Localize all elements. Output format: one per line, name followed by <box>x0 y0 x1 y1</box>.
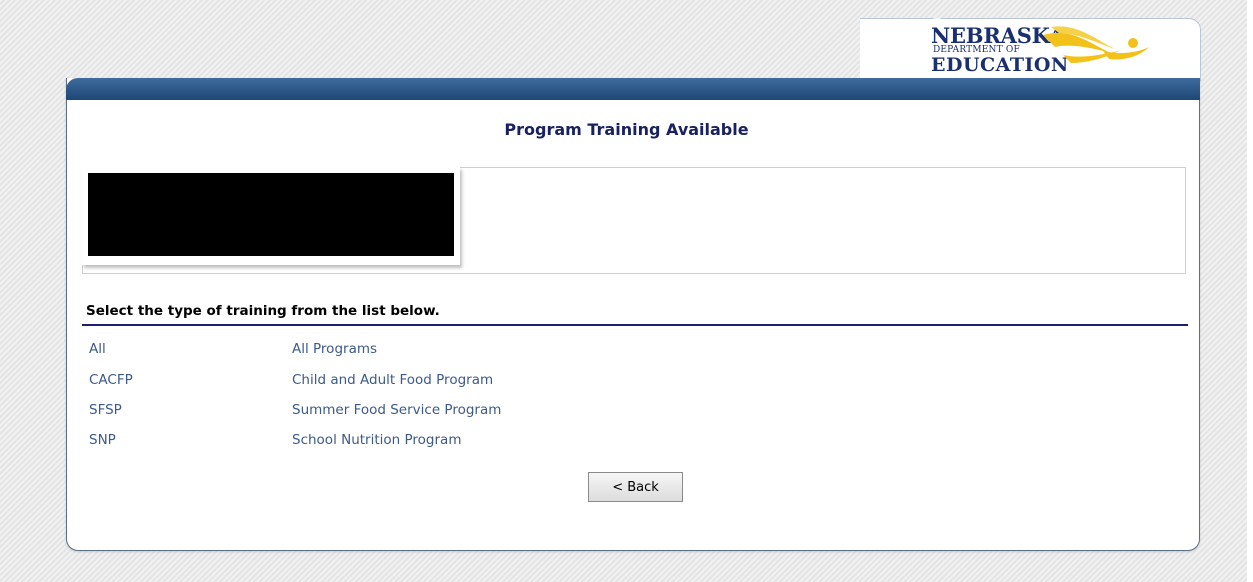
program-code-link[interactable]: SFSP <box>89 402 122 418</box>
redacted-user-info <box>88 173 454 256</box>
back-button[interactable]: < Back <box>588 472 683 502</box>
program-code-link[interactable]: SNP <box>89 432 116 448</box>
page-edge <box>1247 0 1253 582</box>
program-code-link[interactable]: CACFP <box>89 372 133 388</box>
program-name-link[interactable]: Summer Food Service Program <box>292 402 501 418</box>
program-name-link[interactable]: Child and Adult Food Program <box>292 372 493 388</box>
user-info-card <box>82 167 460 265</box>
list-instruction: Select the type of training from the lis… <box>86 303 440 319</box>
nebraska-education-logo[interactable]: NEBRASKA DEPARTMENT OF EDUCATION <box>931 25 1171 81</box>
page-title: Program Training Available <box>504 120 749 139</box>
program-code-link[interactable]: All <box>89 341 106 357</box>
section-divider <box>82 324 1188 326</box>
header-curve <box>860 18 940 80</box>
header-bar <box>66 78 1200 100</box>
program-name-link[interactable]: All Programs <box>292 341 377 357</box>
logo-swoosh-icon <box>1043 26 1149 63</box>
program-name-link[interactable]: School Nutrition Program <box>292 432 461 448</box>
